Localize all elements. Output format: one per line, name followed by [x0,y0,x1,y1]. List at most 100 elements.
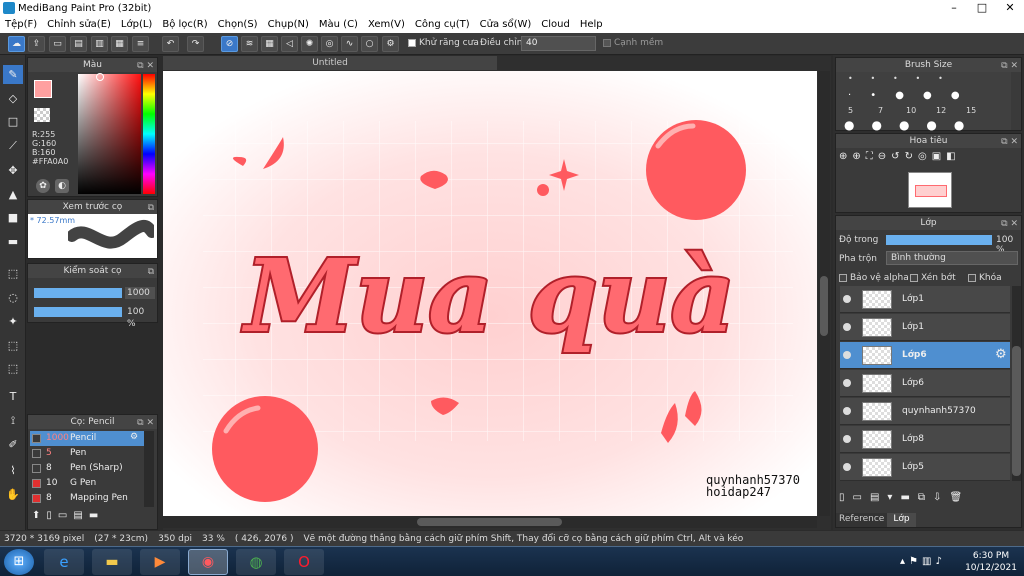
menu-snap[interactable]: Chụp(N) [263,19,314,30]
visibility-icon[interactable] [843,407,851,415]
media-player-icon[interactable]: ▶ [140,549,180,575]
horizontal-scroll-thumb[interactable] [417,518,562,526]
close-button[interactable]: ✕ [996,0,1024,16]
ellipse-snap-icon[interactable]: ○ [361,36,378,52]
brush-tool-icon[interactable]: ✎ [3,65,23,84]
document-icon[interactable]: ▤ [70,36,87,52]
crosshair-snap-icon[interactable]: ▦ [261,36,278,52]
brush-opacity-value[interactable]: 100 % [125,306,155,329]
rectangle-fill-icon[interactable]: ■ [3,208,23,227]
size-large-dots-row[interactable]: ●●●●● [844,118,981,132]
brush-item-g-pen[interactable]: 10 G Pen [30,476,154,491]
fill-tool-icon[interactable]: ▲ [3,185,23,204]
horizontal-scrollbar[interactable] [163,516,817,528]
export-icon[interactable]: ⇪ [28,36,45,52]
tab-reference[interactable]: Reference [836,513,888,527]
hand-tool-icon[interactable]: ✋ [3,485,23,504]
panel-expand-icon[interactable]: ⧉ ✕ [1001,217,1018,231]
vanishing-snap-icon[interactable]: ◁ [281,36,298,52]
panel-expand-icon[interactable]: ⧉ [148,265,154,279]
reset-view-icon[interactable]: ◎ [918,151,927,167]
antialias-checkbox[interactable] [408,38,416,47]
file-explorer-icon[interactable]: ▬ [92,549,132,575]
visibility-icon[interactable] [843,435,851,443]
shape-tool-icon[interactable]: □ [3,112,23,131]
undo-icon[interactable]: ↶ [162,36,179,52]
parallel-snap-icon[interactable]: ≋ [241,36,258,52]
layer-row-selected[interactable]: Lớp6 ⚙ [840,342,1010,369]
brush-item-pencil[interactable]: 1000 Pencil ⚙ [30,431,154,446]
new-brush-icon[interactable]: ▯ [46,510,52,526]
adjust-dropdown[interactable]: 40 [521,36,596,51]
size-value-5[interactable]: 5 [848,106,853,115]
rotate-right-icon[interactable]: ↻ [905,151,913,167]
volume-icon[interactable]: ♪ [935,556,945,567]
circle-snap-icon[interactable]: ◎ [321,36,338,52]
layer-row[interactable]: Lớp8 [840,426,1010,453]
panel-expand-icon[interactable]: ⧉ ✕ [137,59,154,73]
tray-expand-icon[interactable]: ▴ [900,556,909,567]
gear-icon[interactable]: ⚙ [130,432,138,442]
duplicate-layer-icon[interactable]: ⧉ [918,492,925,508]
size-value-7[interactable]: 7 [878,106,883,115]
visibility-icon[interactable] [843,379,851,387]
select-pen-icon[interactable]: ⬚ [3,336,23,355]
visibility-icon[interactable] [843,463,851,471]
fullscreen-icon[interactable]: ▣ [932,151,941,167]
menu-tools[interactable]: Công cụ(T) [410,19,475,30]
protect-alpha-toggle[interactable]: Bảo vệ alpha [839,273,909,283]
primary-color-swatch[interactable] [34,80,52,98]
clipping-checkbox[interactable] [910,273,918,282]
size-dots-row[interactable]: • • • • • [848,74,943,83]
chrome-icon[interactable]: ◍ [236,549,276,575]
palette-icon[interactable]: ✿ [36,179,50,193]
lasso-tool-icon[interactable]: ◌ [3,288,23,307]
antialias-toggle[interactable]: Khử răng cưa [408,38,479,48]
magic-wand-icon[interactable]: ✦ [3,312,23,331]
navigator-thumbnail[interactable] [908,172,952,208]
settings-brush-icon[interactable]: ▤ [73,510,82,526]
grid-icon[interactable]: ▦ [111,36,128,52]
size-value-10[interactable]: 10 [906,106,916,115]
select-tool-icon[interactable]: ⬚ [3,264,23,283]
brush-item-pen[interactable]: 5 Pen [30,446,154,461]
comment-icon[interactable]: ▭ [49,36,66,52]
visibility-icon[interactable] [843,295,851,303]
blend-mode-dropdown[interactable]: Bình thường [886,251,1018,265]
brush-size-value[interactable]: 1000 [125,287,155,299]
internet-explorer-icon[interactable]: e [44,549,84,575]
merge-down-icon[interactable]: ⇩ [933,492,941,508]
cloud-icon[interactable]: ☁ [8,36,25,52]
move-tool-icon[interactable]: ✥ [3,161,23,180]
layer-list-scrollbar[interactable] [1012,286,1021,481]
menu-view[interactable]: Xem(V) [363,19,410,30]
gear-icon[interactable]: ⚙ [382,36,399,52]
menu-file[interactable]: Tệp(F) [0,19,42,30]
duplicate-brush-icon[interactable]: ▭ [58,510,67,526]
zoom-in-icon[interactable]: ⊕ [839,151,847,167]
panel-expand-icon[interactable]: ⧉ [148,201,154,215]
redo-icon[interactable]: ↷ [187,36,204,52]
opera-icon[interactable]: O [284,549,324,575]
layer-row[interactable]: Lớp1 [840,314,1010,341]
vertical-scroll-thumb[interactable] [820,276,828,336]
size-dot-row2[interactable]: · • ● ● ● [848,90,960,101]
visibility-icon[interactable] [843,351,851,359]
menu-filter[interactable]: Bộ lọc(R) [157,19,212,30]
maximize-button[interactable]: □ [968,0,996,16]
folder-icon[interactable]: ▬ [89,510,98,526]
new-layer-icon[interactable]: ▯ [839,492,845,508]
snap-off-icon[interactable]: ⊘ [221,36,238,52]
brush-list-scrollbar[interactable] [144,431,154,507]
color-picker-cursor[interactable] [96,73,104,81]
gear-icon[interactable]: ⚙ [995,347,1007,362]
size-value-12[interactable]: 12 [936,106,946,115]
page-icon[interactable]: ▥ [91,36,108,52]
menu-help[interactable]: Help [575,19,608,30]
panel-expand-icon[interactable]: ⧉ ✕ [137,416,154,430]
saturation-value-picker[interactable] [78,74,141,194]
visibility-icon[interactable] [843,323,851,331]
rotate-left-icon[interactable]: ↺ [891,151,899,167]
brush-opacity-slider[interactable] [34,307,122,317]
soft-edge-checkbox[interactable] [603,38,611,47]
